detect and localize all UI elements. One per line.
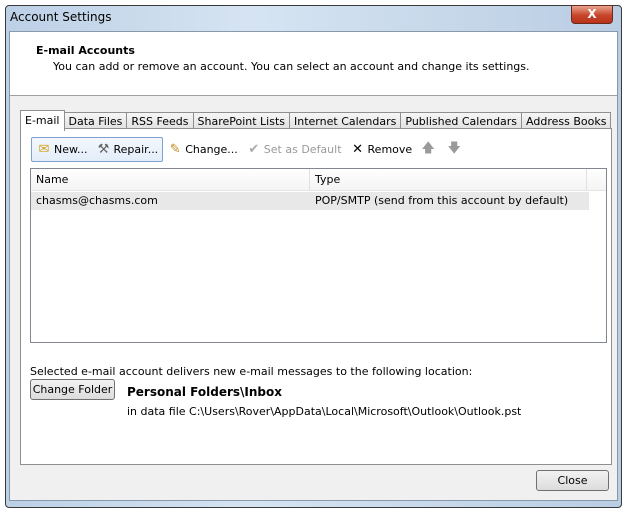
data-file-path: in data file C:\Users\Rover\AppData\Loca… xyxy=(127,405,522,418)
new-account-icon: ✉ xyxy=(38,142,50,157)
account-settings-window: Account Settings X E-mail Accounts You c… xyxy=(5,5,622,508)
dialog-client: E-mail Accounts You can add or remove an… xyxy=(9,31,618,501)
change-button[interactable]: ✎ Change... xyxy=(163,138,242,161)
change-folder-button[interactable]: Change Folder xyxy=(30,379,115,400)
account-type: POP/SMTP (send from this account by defa… xyxy=(315,194,569,207)
arrow-down-icon: 🡇 xyxy=(447,140,461,156)
dialog-header: E-mail Accounts You can add or remove an… xyxy=(10,32,617,96)
move-down-button[interactable]: 🡇 xyxy=(442,138,468,161)
move-up-button[interactable]: 🡅 xyxy=(416,138,442,161)
repair-tools-icon: ⚒ xyxy=(97,142,110,157)
close-button[interactable]: Close xyxy=(536,470,609,491)
folder-name: Personal Folders\Inbox xyxy=(127,385,282,399)
set-default-button[interactable]: ✔ Set as Default xyxy=(242,138,346,161)
toolbar: ✉ New... ⚒ Repair... ✎ Change... ✔ Set as De… xyxy=(31,137,468,162)
table-row[interactable]: chasms@chasms.com POP/SMTP (send from th… xyxy=(31,192,589,210)
remove-x-icon: ✕ xyxy=(352,142,363,157)
header-title: E-mail Accounts xyxy=(36,44,135,57)
new-label: New... xyxy=(54,143,88,156)
new-button[interactable]: ✉ New... xyxy=(32,138,91,161)
change-label: Change... xyxy=(185,143,238,156)
set-default-label: Set as Default xyxy=(263,143,342,156)
window-close-button[interactable]: X xyxy=(571,5,613,24)
header-subtitle: You can add or remove an account. You ca… xyxy=(53,60,530,73)
column-header-type[interactable]: Type xyxy=(310,169,587,190)
account-name: chasms@chasms.com xyxy=(36,194,158,207)
list-header: Name Type xyxy=(31,169,606,191)
column-header-name[interactable]: Name xyxy=(31,169,310,190)
arrow-up-icon: 🡅 xyxy=(421,140,435,156)
repair-label: Repair... xyxy=(113,143,159,156)
change-icon: ✎ xyxy=(169,142,181,157)
checkmark-icon: ✔ xyxy=(248,142,260,157)
tab-email[interactable]: E-mail xyxy=(20,110,65,131)
remove-label: Remove xyxy=(367,143,413,156)
tab-bar: E-mail Data Files RSS Feeds SharePoint L… xyxy=(20,110,612,131)
repair-button[interactable]: ⚒ Repair... xyxy=(91,138,162,161)
location-label: Selected e-mail account delivers new e-m… xyxy=(30,365,473,378)
window-title: Account Settings xyxy=(10,10,112,24)
remove-button[interactable]: ✕ Remove xyxy=(346,138,417,161)
accounts-list[interactable]: Name Type chasms@chasms.com POP/SMTP (se… xyxy=(30,168,607,343)
email-tab-panel: ✉ New... ⚒ Repair... ✎ Change... ✔ Set as De… xyxy=(20,128,612,465)
